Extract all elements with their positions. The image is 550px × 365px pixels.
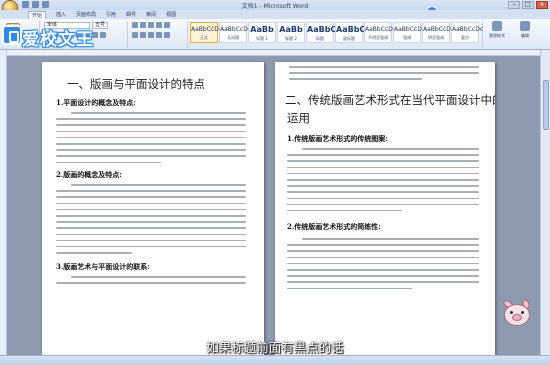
style-name: 标题 2 bbox=[285, 36, 297, 41]
style-heading-2[interactable]: AaBb 标题 2 bbox=[277, 22, 305, 43]
style-name: 正文 bbox=[200, 35, 208, 40]
tab-home[interactable]: 开始 bbox=[28, 10, 47, 19]
style-sample: AaBb bbox=[250, 25, 274, 34]
editing-button[interactable]: 编辑 bbox=[516, 21, 534, 41]
change-styles-icon bbox=[492, 21, 502, 31]
vertical-ruler[interactable] bbox=[0, 50, 7, 355]
style-sample: AaBbCcDc bbox=[423, 26, 455, 33]
tab-insert[interactable]: 插入 bbox=[56, 11, 66, 18]
minimize-button[interactable]: – bbox=[508, 1, 520, 9]
paragraph-block bbox=[56, 184, 246, 258]
style-name: 标题 1 bbox=[256, 36, 268, 41]
style-sample: AaBb bbox=[279, 25, 303, 34]
style-subtitle[interactable]: AaBbC 副标题 bbox=[335, 22, 366, 43]
tab-view[interactable]: 视图 bbox=[166, 11, 176, 18]
section-heading: 1.平面设计的概念及特点: bbox=[56, 98, 136, 107]
style-name: 无间隔 bbox=[227, 35, 239, 40]
tab-references[interactable]: 引用 bbox=[106, 11, 116, 18]
window-controls: – □ × bbox=[508, 1, 548, 9]
paragraph-block bbox=[289, 66, 479, 85]
find-icon bbox=[520, 21, 530, 31]
style-sample: AaBbCcDc bbox=[220, 26, 252, 33]
section-heading: 3.版画艺术与平面设计的联系: bbox=[56, 262, 150, 271]
style-intense-emphasis[interactable]: AaBbCcDc 明显强调 bbox=[422, 22, 455, 43]
editing-label: 编辑 bbox=[521, 33, 529, 38]
style-sample: AaBbC bbox=[336, 25, 366, 34]
style-sample: AaBbC bbox=[307, 25, 337, 34]
list-icons bbox=[132, 22, 170, 28]
style-name: 要点 bbox=[461, 35, 469, 40]
document-page-right[interactable]: 二、传统版画艺术形式在当代平面设计中的 运用 1.传统版画艺术形式的传统图案: … bbox=[275, 62, 495, 362]
chapter-heading-line2: 运用 bbox=[287, 111, 310, 125]
style-normal[interactable]: AaBbCcDc 正文 bbox=[190, 22, 223, 43]
style-sample: AaBbCcDc bbox=[365, 26, 397, 33]
window-title: 文档1 - Microsoft Word bbox=[241, 3, 309, 10]
document-page-left[interactable]: 一、版画与平面设计的特点 1.平面设计的概念及特点: 2.版画的概念及特点: 3… bbox=[42, 62, 264, 362]
maximize-button[interactable]: □ bbox=[522, 1, 534, 9]
style-title[interactable]: AaBbC 标题 bbox=[306, 22, 337, 43]
increase-indent-icon[interactable] bbox=[164, 22, 170, 28]
tab-review[interactable]: 审阅 bbox=[146, 11, 156, 18]
style-name: 标题 bbox=[316, 36, 324, 41]
paragraph-block bbox=[56, 276, 246, 288]
style-name: 不明显强调 bbox=[368, 35, 388, 40]
change-styles-label: 更改样式 bbox=[489, 33, 505, 38]
style-name: 明显强调 bbox=[428, 35, 444, 40]
style-sample: AaBbCcDc bbox=[191, 26, 223, 33]
paragraph-block bbox=[56, 112, 246, 168]
video-subtitle: 如果标题前面有黑点的话 bbox=[206, 340, 344, 355]
line-spacing-icon[interactable] bbox=[164, 32, 170, 38]
style-name: 强调 bbox=[403, 35, 411, 40]
style-emphasis[interactable]: AaBbCcDc 强调 bbox=[393, 22, 426, 43]
brand-logo-icon bbox=[2, 25, 22, 45]
style-no-spacing[interactable]: AaBbCcDc 无间隔 bbox=[219, 22, 252, 43]
section-heading: 2.版画的概念及特点: bbox=[56, 170, 122, 179]
justify-icon[interactable] bbox=[156, 32, 162, 38]
title-bar: 文档1 - Microsoft Word – □ × bbox=[0, 0, 550, 16]
chapter-heading: 一、版画与平面设计的特点 bbox=[67, 77, 205, 91]
style-subtle-emphasis[interactable]: AaBbCcDc 不明显强调 bbox=[364, 22, 397, 43]
numbering-icon[interactable] bbox=[140, 22, 146, 28]
style-sample: AaBbCcDc bbox=[394, 26, 426, 33]
change-styles-button[interactable]: 更改样式 bbox=[488, 21, 506, 41]
brand-watermark: 爱校文王话 bbox=[0, 25, 95, 75]
style-sample: AaBbCcDc bbox=[452, 26, 484, 33]
pig-mascot-icon bbox=[500, 298, 534, 330]
style-strong[interactable]: AaBbCcDc 要点 bbox=[451, 22, 484, 43]
chapter-heading-line1: 二、传统版画艺术形式在当代平面设计中的 bbox=[285, 93, 495, 107]
status-bar bbox=[0, 355, 550, 365]
tab-mailings[interactable]: 邮件 bbox=[126, 11, 136, 18]
style-heading-1[interactable]: AaBb 标题 1 bbox=[248, 22, 276, 43]
paragraph-block bbox=[287, 148, 479, 216]
scrollbar-thumb[interactable] bbox=[543, 80, 549, 130]
paragraph-block bbox=[287, 238, 479, 294]
multilevel-list-icon[interactable] bbox=[148, 22, 154, 28]
align-left-icon[interactable] bbox=[132, 32, 138, 38]
section-heading: 2.传统版画艺术形式的简练性: bbox=[287, 222, 381, 231]
highlight-icon[interactable] bbox=[100, 32, 106, 38]
tab-page-layout[interactable]: 页面布局 bbox=[76, 11, 96, 18]
section-heading: 1.传统版画艺术形式的传统图案: bbox=[287, 134, 388, 143]
ribbon-tabs: 开始 插入 页面布局 引用 邮件 审阅 视图 bbox=[0, 10, 550, 19]
align-right-icon[interactable] bbox=[148, 32, 154, 38]
vertical-scrollbar[interactable] bbox=[540, 50, 550, 355]
bullets-icon[interactable] bbox=[132, 22, 138, 28]
style-name: 副标题 bbox=[343, 36, 355, 41]
decrease-indent-icon[interactable] bbox=[156, 22, 162, 28]
align-icons bbox=[132, 32, 170, 38]
close-button[interactable]: × bbox=[536, 1, 548, 9]
align-center-icon[interactable] bbox=[140, 32, 146, 38]
